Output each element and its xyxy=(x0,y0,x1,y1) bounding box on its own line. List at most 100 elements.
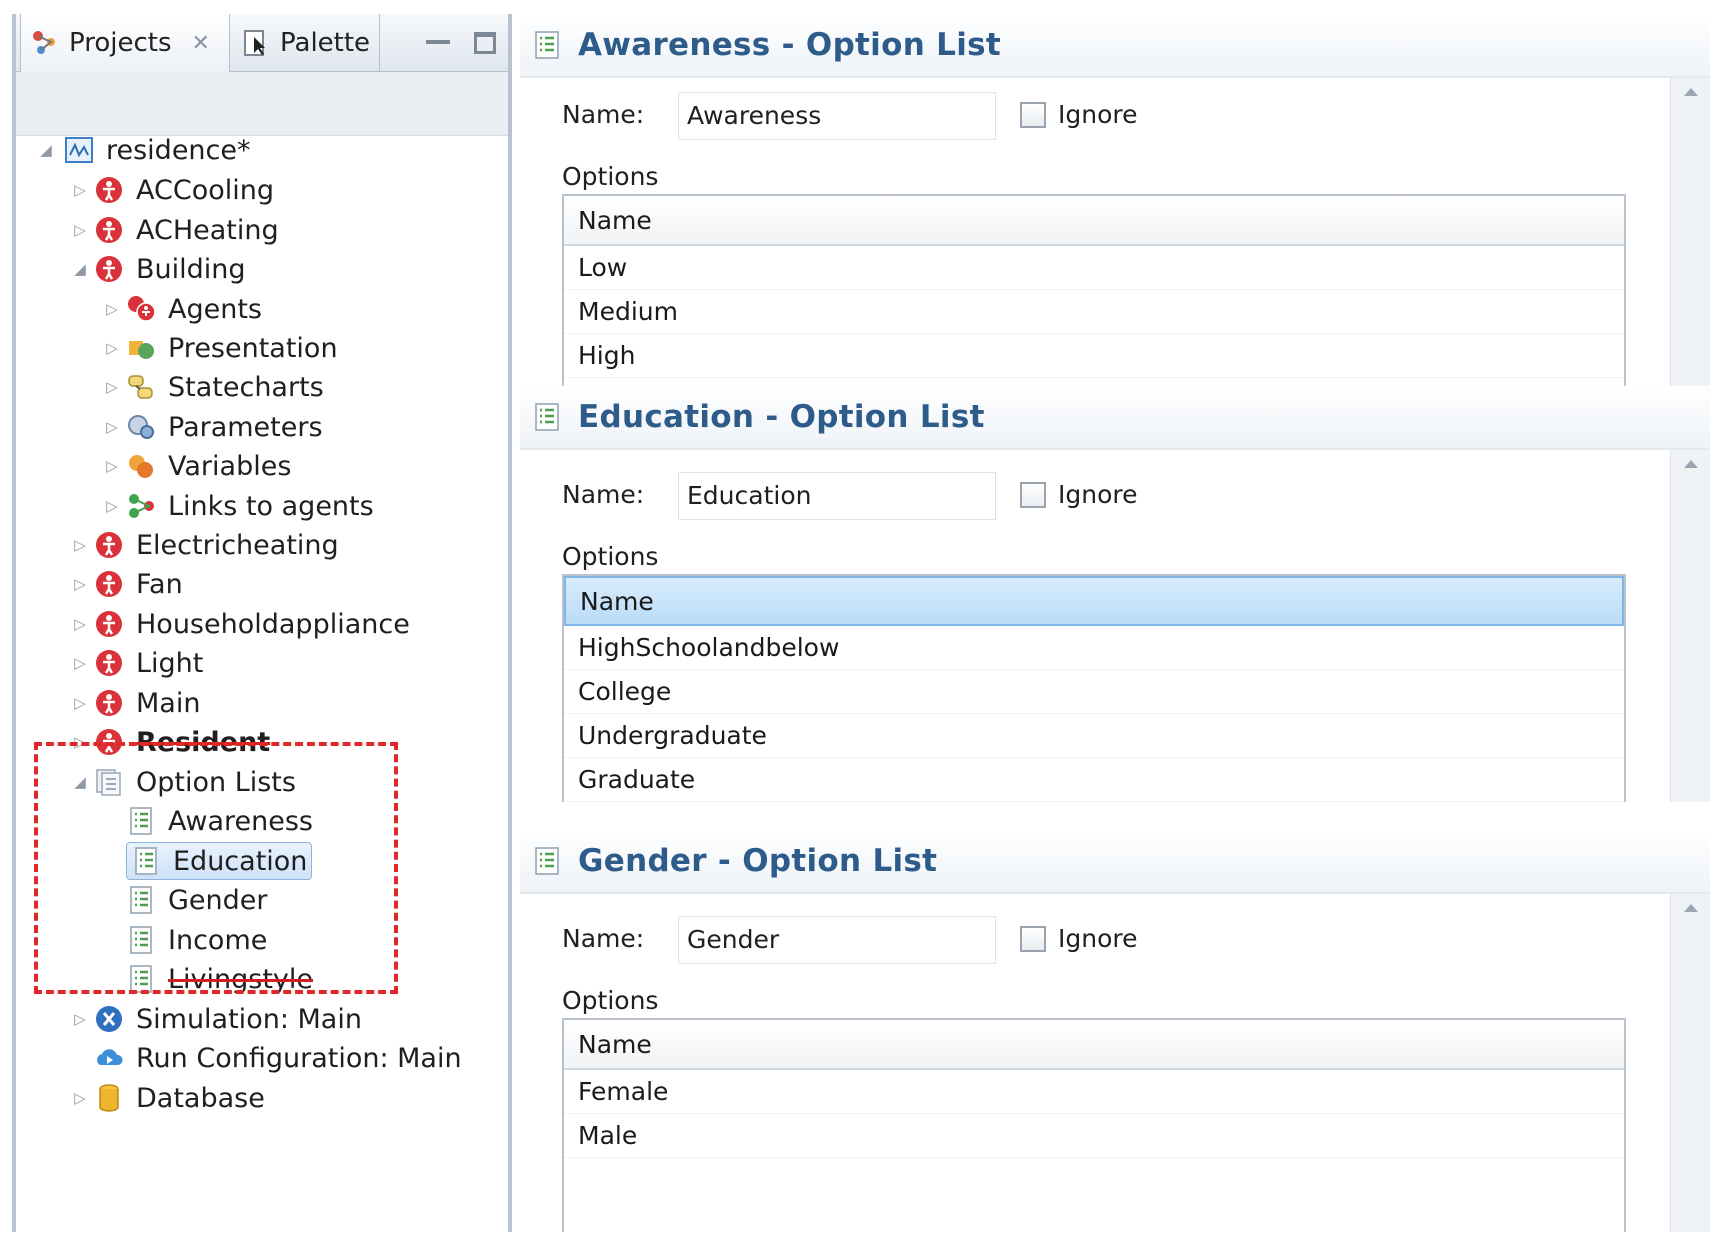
options-label: Options xyxy=(562,542,659,571)
ignore-checkbox[interactable] xyxy=(1020,926,1046,952)
options-table[interactable]: Name HighSchoolandbelow College Undergra… xyxy=(562,574,1626,802)
tree-item-agent[interactable]: ▷ Light xyxy=(74,643,203,683)
tree-label: residence* xyxy=(106,134,251,166)
collapsed-arrow-icon[interactable]: ▷ xyxy=(104,339,120,357)
model-icon xyxy=(64,135,94,165)
option-list-editor-awareness: Awareness - Option List Name: Awareness … xyxy=(520,14,1710,422)
tree-item-statecharts[interactable]: ▷ Statecharts xyxy=(106,367,324,407)
tree-item-agent[interactable]: ▷ ACHeating xyxy=(74,210,279,250)
table-row[interactable]: Female xyxy=(564,1070,1624,1114)
cloud-run-icon xyxy=(94,1043,124,1073)
name-field[interactable]: Education xyxy=(678,472,996,520)
tree-label: Simulation: Main xyxy=(136,1003,362,1035)
tree-item-links[interactable]: ▷ Links to agents xyxy=(106,486,374,526)
tree-item-agent[interactable]: ▷ Householdappliance xyxy=(74,604,410,644)
collapsed-arrow-icon[interactable]: ▷ xyxy=(72,615,88,633)
table-row[interactable]: Undergraduate xyxy=(564,714,1624,758)
table-row[interactable]: Graduate xyxy=(564,758,1624,802)
collapsed-arrow-icon[interactable]: ▷ xyxy=(104,497,120,515)
collapsed-arrow-icon[interactable]: ▷ xyxy=(72,575,88,593)
name-label: Name: xyxy=(562,100,645,129)
collapsed-arrow-icon[interactable]: ▷ xyxy=(72,221,88,239)
tree-item-residence[interactable]: ◢ residence* xyxy=(40,130,251,170)
vertical-scrollbar[interactable] xyxy=(1670,450,1710,802)
collapsed-arrow-icon[interactable]: ▷ xyxy=(104,418,120,436)
collapsed-arrow-icon[interactable]: ▷ xyxy=(72,654,88,672)
parameters-icon xyxy=(126,412,156,442)
tree-label: Electricheating xyxy=(136,529,339,561)
agents-folder-icon xyxy=(126,294,156,324)
tree-item-simulation[interactable]: ▷ Simulation: Main xyxy=(74,999,362,1039)
tree-item-agent[interactable]: ▷ ACCooling xyxy=(74,170,274,210)
expanded-arrow-icon[interactable]: ◢ xyxy=(72,260,88,278)
section-title: Education - Option List xyxy=(578,399,985,435)
ignore-label: Ignore xyxy=(1058,924,1138,953)
minimize-icon[interactable] xyxy=(426,30,450,44)
table-row[interactable]: HighSchoolandbelow xyxy=(564,626,1624,670)
collapsed-arrow-icon[interactable]: ▷ xyxy=(72,694,88,712)
tree-item-variables[interactable]: ▷ Variables xyxy=(106,446,291,486)
tree-label: ACHeating xyxy=(136,214,279,246)
projects-icon xyxy=(31,29,59,57)
options-table[interactable]: Name Female Male xyxy=(562,1018,1626,1232)
collapsed-arrow-icon[interactable]: ▷ xyxy=(104,300,120,318)
vertical-scrollbar[interactable] xyxy=(1670,894,1710,1232)
collapsed-arrow-icon[interactable]: ▷ xyxy=(104,378,120,396)
table-row[interactable]: Medium xyxy=(564,290,1624,334)
options-label: Options xyxy=(562,162,659,191)
tree-item-agent[interactable]: ▷ Main xyxy=(74,683,200,723)
table-row[interactable]: High xyxy=(564,334,1624,378)
expanded-arrow-icon[interactable]: ◢ xyxy=(38,141,54,159)
tree-item-database[interactable]: ▷ Database xyxy=(74,1078,265,1118)
presentation-icon xyxy=(126,333,156,363)
ignore-checkbox[interactable] xyxy=(1020,482,1046,508)
options-table[interactable]: Name Low Medium High xyxy=(562,194,1626,392)
links-icon xyxy=(126,491,156,521)
collapsed-arrow-icon[interactable]: ▷ xyxy=(72,1089,88,1107)
tree-item-agent[interactable]: ▷ Fan xyxy=(74,564,183,604)
scroll-up-icon[interactable] xyxy=(1684,88,1698,96)
agent-icon xyxy=(94,609,124,639)
database-icon xyxy=(94,1083,124,1113)
collapsed-arrow-icon[interactable]: ▷ xyxy=(72,1010,88,1028)
collapsed-arrow-icon[interactable]: ▷ xyxy=(104,457,120,475)
close-icon[interactable]: ✕ xyxy=(192,31,210,56)
column-header-name[interactable]: Name xyxy=(564,576,1624,626)
tree-label: Fan xyxy=(136,568,183,600)
tab-label: Projects xyxy=(69,28,172,58)
tree-label: Links to agents xyxy=(168,490,374,522)
column-header-name[interactable]: Name xyxy=(564,196,1624,246)
collapsed-arrow-icon[interactable]: ▷ xyxy=(72,181,88,199)
option-list-icon xyxy=(534,30,560,60)
tree-label: Building xyxy=(136,253,246,285)
table-row[interactable]: Low xyxy=(564,246,1624,290)
tree-label: Parameters xyxy=(168,411,323,443)
scroll-up-icon[interactable] xyxy=(1684,904,1698,912)
view-toolbar xyxy=(16,72,508,136)
column-header-name[interactable]: Name xyxy=(564,1020,1624,1070)
tab-palette[interactable]: Palette xyxy=(230,14,380,72)
tab-projects[interactable]: Projects ✕ xyxy=(20,14,230,72)
tree-item-run-configuration[interactable]: Run Configuration: Main xyxy=(76,1038,462,1078)
name-label: Name: xyxy=(562,924,645,953)
project-tree: ◢ residence* ▷ ACCooling ▷ ACHeating ◢ B… xyxy=(16,135,508,1226)
ignore-checkbox[interactable] xyxy=(1020,102,1046,128)
tree-item-agent[interactable]: ▷ Electricheating xyxy=(74,525,339,565)
vertical-scrollbar[interactable] xyxy=(1670,78,1710,422)
maximize-icon[interactable] xyxy=(474,32,496,54)
table-row[interactable]: Male xyxy=(564,1114,1624,1158)
tree-item-parameters[interactable]: ▷ Parameters xyxy=(106,407,323,447)
highlight-dashed-box xyxy=(34,742,398,994)
tree-item-agent[interactable]: ◢ Building xyxy=(74,249,246,289)
tree-label: ACCooling xyxy=(136,174,274,206)
scroll-up-icon[interactable] xyxy=(1684,460,1698,468)
table-row[interactable]: College xyxy=(564,670,1624,714)
tree-item-presentation[interactable]: ▷ Presentation xyxy=(106,328,337,368)
tree-item-agents-folder[interactable]: ▷ Agents xyxy=(106,289,262,329)
name-field[interactable]: Gender xyxy=(678,916,996,964)
agent-icon xyxy=(94,215,124,245)
collapsed-arrow-icon[interactable]: ▷ xyxy=(72,536,88,554)
option-list-editor-education: Education - Option List Name: Education … xyxy=(520,386,1710,802)
tree-label: Database xyxy=(136,1082,265,1114)
name-field[interactable]: Awareness xyxy=(678,92,996,140)
